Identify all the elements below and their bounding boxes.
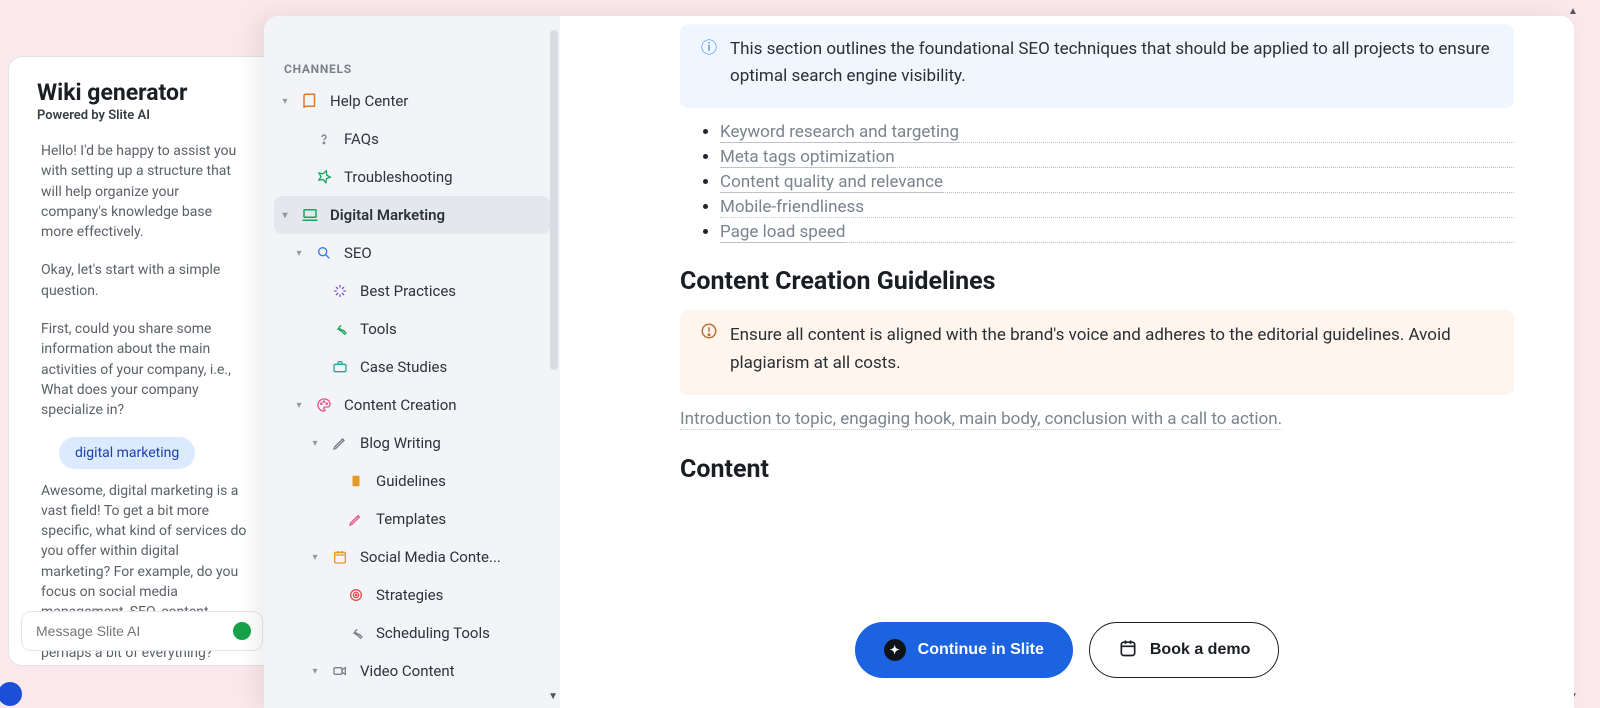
section-heading-content: Content bbox=[680, 455, 1514, 484]
sidebar-item-templates[interactable]: Templates bbox=[274, 500, 550, 538]
wiki-generator-card: Wiki generator Powered by Slite AI Hello… bbox=[8, 56, 276, 666]
pin-icon bbox=[314, 167, 334, 187]
sidebar-item-label: Blog Writing bbox=[360, 434, 441, 452]
sidebar-item-guidelines[interactable]: Guidelines bbox=[274, 462, 550, 500]
warning-icon bbox=[700, 322, 718, 376]
sidebar-item-label: FAQs bbox=[344, 130, 379, 148]
channel-tree: ▾ Help Center FAQs Troubleshooting bbox=[274, 82, 550, 690]
sidebar-item-label: Tools bbox=[360, 320, 397, 338]
caret-icon: ▾ bbox=[310, 438, 320, 449]
sidebar-item-label: Troubleshooting bbox=[344, 168, 453, 186]
sidebar-item-label: Strategies bbox=[376, 586, 443, 604]
sidebar-scrollbar[interactable] bbox=[550, 30, 558, 370]
sidebar-item-label: Content Creation bbox=[344, 396, 457, 414]
sparkle-icon bbox=[330, 281, 350, 301]
sidebar-item-label: Digital Marketing bbox=[330, 206, 445, 224]
sidebar-item-scheduling-tools[interactable]: Scheduling Tools bbox=[274, 614, 550, 652]
button-label: Book a demo bbox=[1150, 641, 1250, 659]
caret-icon: ▾ bbox=[310, 666, 320, 677]
warning-callout-text: Ensure all content is aligned with the b… bbox=[730, 322, 1494, 376]
caret-icon: ▾ bbox=[310, 552, 320, 563]
sidebar-item-blog-writing[interactable]: ▾ Blog Writing bbox=[274, 424, 550, 462]
intro-line: Introduction to topic, engaging hook, ma… bbox=[680, 409, 1514, 429]
section-heading-guidelines: Content Creation Guidelines bbox=[680, 267, 1514, 296]
sidebar-item-strategies[interactable]: Strategies bbox=[274, 576, 550, 614]
wrench-icon bbox=[330, 319, 350, 339]
chat-input[interactable] bbox=[21, 611, 263, 651]
info-icon: ⓘ bbox=[700, 36, 718, 90]
list-item: Meta tags optimization bbox=[720, 147, 1514, 168]
seo-list: Keyword research and targeting Meta tags… bbox=[680, 122, 1514, 243]
button-label: Continue in Slite bbox=[918, 641, 1044, 659]
sidebar-item-label: Guidelines bbox=[376, 472, 446, 490]
info-callout-text: This section outlines the foundational S… bbox=[730, 36, 1494, 90]
chat-body: Hello! I'd be happy to assist you with s… bbox=[13, 135, 271, 666]
palette-icon bbox=[314, 395, 334, 415]
pen-icon bbox=[330, 433, 350, 453]
book-a-demo-button[interactable]: Book a demo bbox=[1089, 622, 1279, 678]
warning-callout: Ensure all content is aligned with the b… bbox=[680, 310, 1514, 394]
book-icon bbox=[300, 91, 320, 111]
wrench-icon bbox=[346, 623, 366, 643]
list-item: Mobile-friendliness bbox=[720, 197, 1514, 218]
sidebar-item-label: SEO bbox=[344, 244, 372, 262]
laptop-icon bbox=[300, 205, 320, 225]
sidebar-item-help-center[interactable]: ▾ Help Center bbox=[274, 82, 550, 120]
chat-title: Wiki generator bbox=[37, 79, 247, 106]
caret-icon: ▾ bbox=[294, 248, 304, 259]
sidebar-item-social-media[interactable]: ▾ Social Media Conte... bbox=[274, 538, 550, 576]
calendar-icon bbox=[330, 547, 350, 567]
sidebar-item-faqs[interactable]: FAQs bbox=[274, 120, 550, 158]
sidebar-item-digital-marketing[interactable]: ▾ Digital Marketing bbox=[274, 196, 550, 234]
video-icon bbox=[330, 661, 350, 681]
assistant-message: Okay, let's start with a simple question… bbox=[13, 254, 271, 307]
sidebar-heading: CHANNELS bbox=[274, 34, 550, 82]
caret-icon: ▾ bbox=[280, 210, 290, 221]
sidebar-item-video-content[interactable]: ▾ Video Content bbox=[274, 652, 550, 690]
sidebar-scroll-down-icon[interactable]: ▼ bbox=[548, 691, 558, 702]
chat-subtitle: Powered by Slite AI bbox=[37, 108, 247, 123]
sidebar-item-tools[interactable]: Tools bbox=[274, 310, 550, 348]
sidebar-item-label: Video Content bbox=[360, 662, 455, 680]
continue-in-slite-button[interactable]: ✦ Continue in Slite bbox=[855, 622, 1073, 678]
calendar-icon bbox=[1118, 638, 1138, 663]
send-icon[interactable] bbox=[233, 622, 251, 640]
compass-icon: ✦ bbox=[884, 639, 906, 661]
sidebar-item-label: Help Center bbox=[330, 92, 408, 110]
document-content: ⓘ This section outlines the foundational… bbox=[560, 16, 1574, 708]
sidebar-item-best-practices[interactable]: Best Practices bbox=[274, 272, 550, 310]
caret-icon: ▾ bbox=[280, 96, 290, 107]
sidebar-item-troubleshooting[interactable]: Troubleshooting bbox=[274, 158, 550, 196]
info-callout: ⓘ This section outlines the foundational… bbox=[680, 24, 1514, 108]
pen-icon bbox=[346, 509, 366, 529]
cta-row: ✦ Continue in Slite Book a demo bbox=[560, 622, 1574, 678]
app-window: ▼ CHANNELS ▾ Help Center FAQs bbox=[264, 16, 1574, 708]
sidebar-item-label: Best Practices bbox=[360, 282, 456, 300]
user-message-pill: digital marketing bbox=[59, 437, 195, 469]
list-item: Keyword research and targeting bbox=[720, 122, 1514, 143]
list-item: Content quality and relevance bbox=[720, 172, 1514, 193]
assistant-message: Hello! I'd be happy to assist you with s… bbox=[13, 135, 271, 248]
question-icon bbox=[314, 129, 334, 149]
briefcase-icon bbox=[330, 357, 350, 377]
sidebar-item-label: Templates bbox=[376, 510, 446, 528]
sidebar-item-label: Case Studies bbox=[360, 358, 447, 376]
sidebar-item-seo[interactable]: ▾ SEO bbox=[274, 234, 550, 272]
list-item: Page load speed bbox=[720, 222, 1514, 243]
sidebar-item-case-studies[interactable]: Case Studies bbox=[274, 348, 550, 386]
assistant-orb-icon[interactable] bbox=[0, 682, 22, 706]
assistant-message: First, could you share some information … bbox=[13, 313, 271, 426]
sidebar-item-label: Scheduling Tools bbox=[376, 624, 490, 642]
sidebar-item-label: Social Media Conte... bbox=[360, 548, 501, 566]
doc-icon bbox=[346, 471, 366, 491]
sidebar: ▼ CHANNELS ▾ Help Center FAQs bbox=[264, 16, 560, 708]
sidebar-item-content-creation[interactable]: ▾ Content Creation bbox=[274, 386, 550, 424]
target-icon bbox=[346, 585, 366, 605]
magnifier-icon bbox=[314, 243, 334, 263]
caret-icon: ▾ bbox=[294, 400, 304, 411]
chat-input-wrap bbox=[21, 611, 263, 651]
